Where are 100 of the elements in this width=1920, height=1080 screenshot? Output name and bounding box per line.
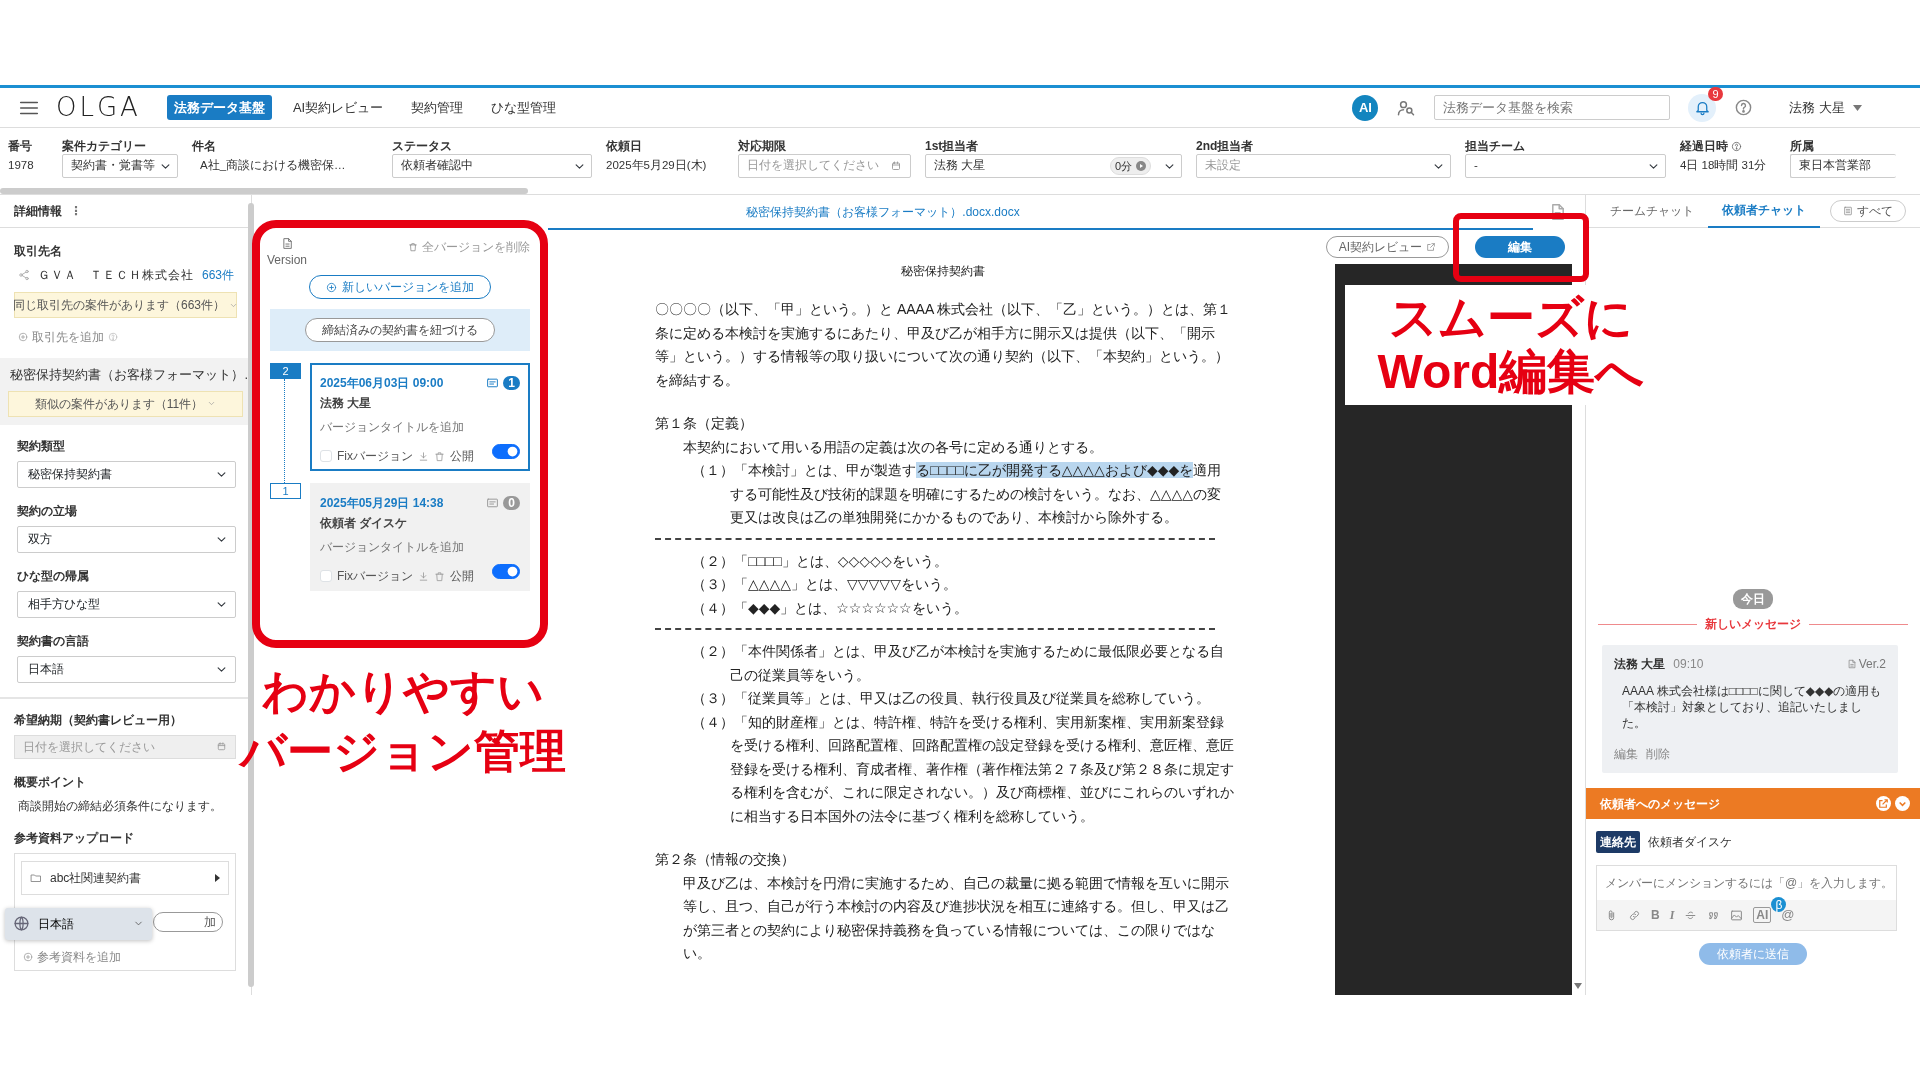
- field-label: 1st担当者: [925, 138, 979, 155]
- document-tab[interactable]: 秘密保持契約書（お客様フォーマット）.docx.docx: [746, 204, 1020, 219]
- select-field[interactable]: 相手方ひな型: [17, 590, 236, 618]
- field-value: 2025年5月29日(木): [606, 158, 707, 174]
- notice-banner[interactable]: 同じ取引先の案件があります（663件）: [14, 292, 237, 318]
- select-field[interactable]: 秘密保持契約書: [17, 460, 236, 488]
- trash-icon: [434, 570, 445, 582]
- public-switch[interactable]: [492, 564, 520, 579]
- field-value: 1978: [8, 158, 34, 174]
- version-number[interactable]: 1: [270, 483, 301, 499]
- version-author: 法務 大星: [320, 395, 373, 412]
- article-heading: 第１条（定義）: [655, 414, 754, 433]
- switch-label: 公開: [450, 448, 474, 465]
- link-icon: [1628, 908, 1641, 922]
- client-name: ＧＶＡ ＴＥＣＨ株式会社: [38, 267, 194, 284]
- message-author: 法務 大星: [1614, 656, 1666, 673]
- bell-icon: [1693, 99, 1711, 116]
- timer-badge[interactable]: 0分: [1109, 156, 1151, 176]
- ai-assist-button[interactable]: AI: [1753, 907, 1772, 923]
- new-messages-label: 新しいメッセージ: [1705, 616, 1801, 633]
- field-value: A社_商談における機密保…: [199, 158, 346, 174]
- comment-count: 0: [503, 496, 520, 510]
- search-field[interactable]: 法務データ基盤を検索: [1434, 95, 1671, 120]
- add-file-link[interactable]: 参考資料を追加: [37, 947, 121, 966]
- upload-button[interactable]: 加: [153, 911, 223, 932]
- more-button[interactable]: ⋮: [70, 202, 82, 220]
- play-icon: [1136, 161, 1146, 171]
- summary-text: 商談開始の締結必須条件になります。: [18, 797, 223, 815]
- italic-button[interactable]: I: [1669, 906, 1675, 924]
- nav-tab[interactable]: ひな型管理: [484, 94, 564, 121]
- external-link-icon: [1426, 242, 1436, 252]
- document-paragraph: （４）「知的財産権」とは、特許権、特許を受ける権利、実用新案権、実用新案登録を受ける権利、回路配置権、回路配置権の設定登録を受ける権利、意匠権、意匠登録を受ける権利、育成者権、著作権（著作権法第２７条及び第２８条に規定する権利を含むが、これに限定されない。）及び商標権、並びにこれらのいずれかに相当する日本国外の法令に基づく権利を総称していう。: [691, 712, 1235, 826]
- plus-circle-icon: [18, 332, 28, 342]
- nav-tab[interactable]: AI契約レビュー: [285, 94, 391, 121]
- link-contract-button[interactable]: 締結済みの契約書を紐づける: [305, 318, 495, 342]
- select-field[interactable]: 契約書・覚書等: [62, 154, 178, 178]
- ai-button[interactable]: AI: [1352, 94, 1379, 121]
- user-menu[interactable]: 法務 大星: [1789, 97, 1845, 118]
- nav-tab[interactable]: 契約管理: [404, 94, 471, 121]
- calendar-icon: [216, 741, 227, 753]
- edit-button[interactable]: 編集: [1475, 236, 1565, 258]
- bold-button[interactable]: B: [1651, 906, 1660, 924]
- version-card[interactable]: 2025年05月29日 14:38 0 依頼者 ダイスケ バージョンタイトルを追加 Fixバージョン 公開: [310, 483, 530, 591]
- ai-review-button[interactable]: AI契約レビュー: [1325, 236, 1449, 258]
- select-field[interactable]: 日本語: [17, 655, 236, 683]
- download-icon: [418, 450, 429, 462]
- switch-label: 公開: [450, 568, 474, 585]
- document-title: 秘密保持契約書: [899, 264, 986, 278]
- recipient-name: 依頼者ダイスケ: [1648, 834, 1732, 851]
- globe-icon: [13, 915, 30, 933]
- fix-checkbox[interactable]: [320, 570, 332, 582]
- caret-icon: [1853, 104, 1862, 111]
- select-field[interactable]: -: [1465, 154, 1666, 178]
- version-title-field[interactable]: バージョンタイトルを追加: [320, 538, 520, 556]
- document-paragraph: 甲及び乙は、本検討を円滑に実施するため、自己の裁量に拠る範囲で情報を互いに開示等し、且つ、自己が行う本検討の内容及び進捗状況を相互に連絡する。但し、甲又は乙が第三者との契約により秘密保持義務を負っている情報については、この限りではない。: [682, 873, 1230, 963]
- version-label: Version: [267, 252, 307, 269]
- field-label: 依頼日: [606, 138, 642, 155]
- scrollbar[interactable]: [0, 188, 528, 194]
- version-link[interactable]: Ver.2: [1858, 655, 1886, 673]
- document-paragraph: （２）「□□□□」とは、◇◇◇◇◇をいう。: [691, 551, 949, 571]
- field-label: 案件カテゴリー: [62, 138, 146, 155]
- select-field[interactable]: 依頼者確認中: [392, 154, 592, 178]
- language-menu[interactable]: 日本語: [5, 907, 152, 940]
- message-text: AAAA 株式会社様は□□□□に関して◆◆◆の適用も「本検討」対象としており、追記いたしました。: [1622, 683, 1882, 731]
- field-label: ひな型の帰属: [17, 567, 90, 585]
- select-field[interactable]: 法務 大星 0分: [925, 154, 1182, 178]
- public-switch[interactable]: [492, 444, 520, 459]
- message-action[interactable]: 編集: [1614, 745, 1638, 763]
- message-action[interactable]: 削除: [1646, 745, 1670, 763]
- version-title-field[interactable]: バージョンタイトルを追加: [320, 418, 520, 436]
- chat-tab[interactable]: チームチャット: [1596, 195, 1708, 228]
- chat-tab[interactable]: 依頼者チャット: [1708, 195, 1820, 228]
- field-label: 取引先名: [14, 243, 63, 260]
- help-icon: [108, 332, 118, 342]
- document-paragraph: （３）「△△△△」とは、▽▽▽▽▽をいう。: [691, 575, 958, 594]
- add-version-button[interactable]: 新しいバージョンを追加: [309, 275, 491, 299]
- field-label: 件名: [192, 138, 216, 155]
- version-number[interactable]: 2: [270, 363, 301, 379]
- help-icon: [1734, 98, 1754, 117]
- version-card[interactable]: 2025年06月03日 09:00 1 法務 大星 バージョンタイトルを追加 Fixバージョン 公開: [310, 363, 530, 471]
- field-label: ステータス: [392, 138, 452, 155]
- comment-count: 1: [503, 376, 520, 390]
- file-icon: [1846, 659, 1857, 669]
- app-logo[interactable]: OLGA: [56, 88, 141, 127]
- nav-tab[interactable]: 法務データ基盤: [166, 94, 272, 121]
- folder-item[interactable]: abc社関連契約書: [21, 860, 229, 895]
- notice-banner[interactable]: 類似の案件があります（11件）: [8, 390, 243, 417]
- field-label: 番号: [8, 138, 32, 155]
- external-link-icon[interactable]: [1876, 796, 1891, 811]
- text-field[interactable]: 東日本営業部: [1790, 154, 1896, 178]
- filter-button[interactable]: すべて: [1830, 200, 1906, 222]
- scroll-down-icon[interactable]: [1574, 983, 1582, 989]
- fix-checkbox[interactable]: [320, 450, 332, 462]
- collapse-icon[interactable]: [1895, 796, 1910, 811]
- add-client-link[interactable]: 取引先を追加: [32, 328, 104, 346]
- caret-right-icon: [215, 873, 220, 882]
- message-field[interactable]: メンバーにメンションするには「@」を入力します。 B I AI β @: [1596, 865, 1897, 931]
- select-field[interactable]: 双方: [17, 525, 236, 553]
- client-count-link[interactable]: 663件: [202, 266, 235, 284]
- field-label: 契約の立場: [17, 502, 78, 520]
